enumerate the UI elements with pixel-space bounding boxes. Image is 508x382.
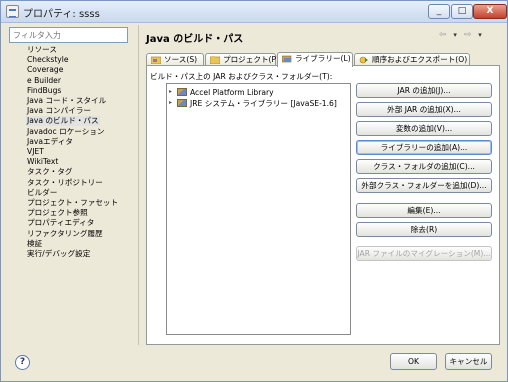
remove-button[interactable]: 除去(R): [356, 222, 492, 237]
libraries-list-label: ビルド・パス上の JAR およびクラス・フォルダー(T):: [150, 72, 333, 81]
tree-item[interactable]: リソース: [26, 45, 58, 55]
chevron-down-icon[interactable]: ▾: [453, 31, 459, 39]
add-variable-button[interactable]: 変数の追加(V)...: [356, 121, 492, 136]
expand-arrow-icon[interactable]: ▸: [169, 100, 175, 106]
tree-item[interactable]: WikiText: [26, 157, 59, 167]
libraries-list[interactable]: ▸ Accel Platform Library ▸ JRE システム・ライブラ…: [166, 83, 351, 335]
close-button[interactable]: X: [473, 4, 507, 19]
order-export-icon: [359, 56, 368, 64]
property-page-tree: リソース Checkstyle Coverage e Builder FindBugs J…: [9, 45, 136, 341]
filter-input[interactable]: [9, 27, 128, 43]
back-arrow-icon[interactable]: ⇦: [439, 30, 449, 40]
page-navigation: ⇦ ▾ ⇨ ▾: [439, 30, 499, 42]
ok-button[interactable]: OK: [390, 353, 437, 370]
forward-arrow-icon[interactable]: ⇨: [464, 30, 474, 40]
expand-arrow-icon[interactable]: ▸: [169, 89, 175, 95]
add-jars-button[interactable]: JAR の追加(J)...: [356, 83, 492, 98]
tab-libraries[interactable]: ライブラリー(L): [277, 52, 353, 67]
tree-item[interactable]: タスク・リポジトリー: [26, 178, 104, 188]
edit-button[interactable]: 編集(E)...: [356, 203, 492, 218]
properties-dialog: プロパティ: ssss _ □ X リソースCheckstyleCoverage…: [0, 0, 508, 382]
library-label: JRE システム・ライブラリー [JavaSE-1.6]: [190, 99, 337, 108]
title-bar[interactable]: プロパティ: ssss _ □ X: [1, 1, 507, 23]
properties-icon: [6, 5, 19, 18]
tree-item[interactable]: Java コンパイラー: [26, 106, 92, 116]
list-item[interactable]: ▸ JRE システム・ライブラリー [JavaSE-1.6]: [169, 98, 337, 109]
tree-item[interactable]: Coverage: [26, 65, 64, 75]
project-icon: [210, 56, 220, 64]
tree-item[interactable]: プロパティエディタ: [26, 218, 95, 228]
library-icon: [282, 55, 292, 63]
help-icon[interactable]: ?: [15, 355, 30, 370]
list-item[interactable]: ▸ Accel Platform Library: [169, 87, 274, 98]
add-class-folder-button[interactable]: クラス・フォルダの追加(C)...: [356, 159, 492, 174]
tree-item[interactable]: e Builder: [26, 76, 62, 86]
migrate-jar-button[interactable]: JAR ファイルのマイグレーション(M)...: [356, 246, 492, 261]
cancel-button[interactable]: キャンセル: [445, 353, 492, 370]
maximize-button[interactable]: □: [451, 4, 473, 19]
tab-label: 順序およびエクスポート(O): [372, 55, 468, 64]
tree-item[interactable]: ビルダー: [26, 188, 58, 198]
tab-label: ソース(S): [164, 55, 198, 64]
library-label: Accel Platform Library: [190, 88, 274, 97]
window-title: プロパティ: ssss: [23, 9, 100, 20]
chevron-down-icon[interactable]: ▾: [478, 31, 484, 39]
tab-label: ライブラリー(L): [295, 54, 351, 63]
page-title: Java のビルド・パス: [146, 34, 244, 45]
tree-item[interactable]: Java コード・スタイル: [26, 96, 107, 106]
source-folder-icon: [151, 56, 161, 64]
tree-item[interactable]: 実行/デバッグ設定: [26, 249, 91, 259]
tab-label: プロジェクト(P): [223, 55, 280, 64]
tree-item[interactable]: Javadoc ロケーション: [26, 127, 106, 137]
pane-divider[interactable]: [138, 25, 141, 345]
library-jar-icon: [177, 99, 187, 107]
add-external-class-folder-button[interactable]: 外部クラス・フォルダーを追加(D)...: [356, 178, 492, 193]
tree-item[interactable]: FindBugs: [26, 86, 62, 96]
tree-item[interactable]: プロジェクト参照: [26, 208, 89, 218]
tree-item[interactable]: VJET: [26, 147, 45, 157]
tree-item[interactable]: 検証: [26, 239, 43, 249]
minimize-button[interactable]: _: [428, 4, 450, 19]
tree-item[interactable]: リファクタリング履歴: [26, 229, 104, 239]
tree-item[interactable]: プロジェクト・ファセット: [26, 198, 119, 208]
tree-item[interactable]: タスク・タグ: [26, 167, 73, 177]
tree-item[interactable]: Javaエディタ: [26, 137, 74, 147]
tree-item[interactable]: Java のビルド・パス: [26, 116, 100, 127]
tree-item[interactable]: Checkstyle: [26, 55, 70, 65]
add-library-button[interactable]: ライブラリーの追加(A)...: [356, 140, 492, 155]
library-jar-icon: [177, 88, 187, 96]
add-external-jars-button[interactable]: 外部 JAR の追加(X)...: [356, 102, 492, 117]
